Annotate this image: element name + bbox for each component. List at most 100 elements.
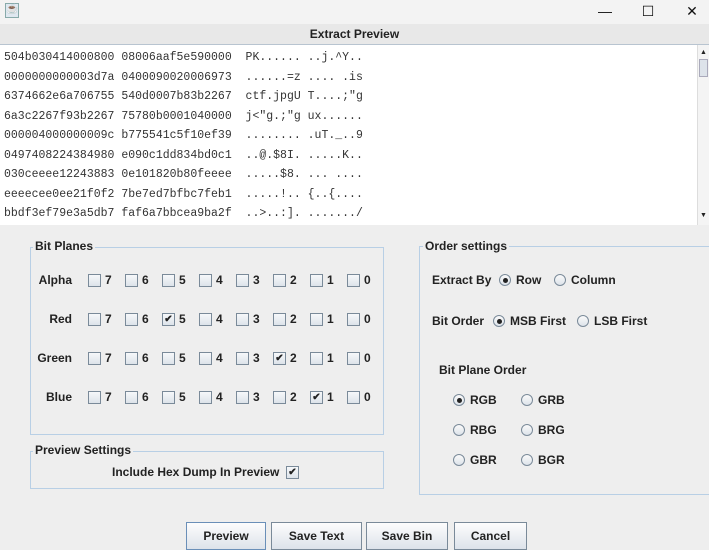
bit-label: 5 [179, 312, 186, 326]
column-radio[interactable] [554, 274, 566, 286]
alpha-bit-1-checkbox[interactable] [310, 274, 323, 287]
red-bit-4-checkbox[interactable] [199, 313, 212, 326]
blue-bit-4-checkbox[interactable] [199, 391, 212, 404]
brg-label: BRG [538, 423, 565, 437]
bit-label: 4 [216, 351, 223, 365]
red-bit-0-checkbox[interactable] [347, 313, 360, 326]
scroll-thumb[interactable] [699, 59, 708, 77]
hex-line: 0497408224384980 e090c1dd834bd0c1 ..@.$8… [4, 148, 363, 162]
blue-bit-1-checkbox[interactable]: ✔ [310, 391, 323, 404]
green-bit-6-checkbox[interactable] [125, 352, 138, 365]
hex-line: 030ceeee12243883 0e101820b80feeee .....$… [4, 168, 363, 181]
bit-label: 0 [364, 312, 371, 326]
brg-radio[interactable] [521, 424, 533, 436]
blue-bit-2-checkbox[interactable] [273, 391, 286, 404]
green-bit-5-checkbox[interactable] [162, 352, 175, 365]
bit-planes-title: Bit Planes [33, 239, 96, 253]
column-label: Column [571, 273, 616, 287]
green-bit-4-checkbox[interactable] [199, 352, 212, 365]
green-bit-7-checkbox[interactable] [88, 352, 101, 365]
hex-line: 504b030414000800 08006aaf5e590000 PK....… [4, 51, 363, 64]
bit-label: 5 [179, 390, 186, 404]
rbg-radio[interactable] [453, 424, 465, 436]
title-bar: ☕ — ☐ ✕ [0, 0, 709, 24]
bit-label: 5 [179, 273, 186, 287]
preview-text-area[interactable]: 504b030414000800 08006aaf5e590000 PK....… [0, 45, 697, 225]
grb-radio[interactable] [521, 394, 533, 406]
gbr-label: GBR [470, 453, 497, 467]
gbr-radio[interactable] [453, 454, 465, 466]
row-label: Row [516, 273, 542, 287]
save-text-button[interactable]: Save Text [271, 522, 362, 550]
bit-label: 0 [364, 351, 371, 365]
green-bit-3-checkbox[interactable] [236, 352, 249, 365]
red-bit-2-checkbox[interactable] [273, 313, 286, 326]
red-bit-1-checkbox[interactable] [310, 313, 323, 326]
lsb-first-label: LSB First [594, 314, 648, 328]
alpha-bit-7-checkbox[interactable] [88, 274, 101, 287]
bit-label: 0 [364, 390, 371, 404]
red-bit-6-checkbox[interactable] [125, 313, 138, 326]
channel-label-red: Red [49, 312, 72, 326]
row-radio[interactable] [499, 274, 511, 286]
bit-label: 5 [179, 351, 186, 365]
blue-bit-7-checkbox[interactable] [88, 391, 101, 404]
hex-line: 0b2f1b80377252b2 520024240000e9df ./..7r… [4, 224, 363, 226]
bit-label: 6 [142, 273, 149, 287]
alpha-bit-5-checkbox[interactable] [162, 274, 175, 287]
alpha-bit-6-checkbox[interactable] [125, 274, 138, 287]
preview-button[interactable]: Preview [186, 522, 266, 550]
alpha-bit-3-checkbox[interactable] [236, 274, 249, 287]
vertical-scrollbar[interactable]: ▲ ▼ [697, 45, 709, 225]
cancel-button[interactable]: Cancel [454, 522, 527, 550]
scroll-up-icon[interactable]: ▲ [700, 49, 707, 56]
save-bin-button[interactable]: Save Bin [366, 522, 448, 550]
blue-bit-6-checkbox[interactable] [125, 391, 138, 404]
bit-label: 2 [290, 273, 297, 287]
preview-settings-title: Preview Settings [33, 443, 134, 457]
blue-bit-0-checkbox[interactable] [347, 391, 360, 404]
rgb-radio[interactable] [453, 394, 465, 406]
green-bit-1-checkbox[interactable] [310, 352, 323, 365]
maximize-button[interactable]: ☐ [628, 2, 668, 20]
extract-by-label: Extract By [432, 273, 492, 287]
bit-label: 1 [327, 390, 334, 404]
bit-label: 6 [142, 351, 149, 365]
bit-label: 6 [142, 390, 149, 404]
rgb-label: RGB [470, 393, 497, 407]
bgr-label: BGR [538, 453, 565, 467]
bit-label: 2 [290, 351, 297, 365]
bgr-radio[interactable] [521, 454, 533, 466]
red-bit-3-checkbox[interactable] [236, 313, 249, 326]
channel-label-green: Green [37, 351, 72, 365]
hex-line: 6374662e6a706755 540d0007b83b2267 ctf.jp… [4, 90, 363, 103]
blue-bit-3-checkbox[interactable] [236, 391, 249, 404]
bit-label: 3 [253, 312, 260, 326]
bit-label: 0 [364, 273, 371, 287]
preview-header: Extract Preview [0, 24, 709, 45]
green-bit-0-checkbox[interactable] [347, 352, 360, 365]
blue-bit-5-checkbox[interactable] [162, 391, 175, 404]
bit-label: 3 [253, 351, 260, 365]
lsb-first-radio[interactable] [577, 315, 589, 327]
bit-label: 2 [290, 390, 297, 404]
alpha-bit-4-checkbox[interactable] [199, 274, 212, 287]
msb-first-radio[interactable] [493, 315, 505, 327]
bit-label: 1 [327, 312, 334, 326]
minimize-button[interactable]: — [585, 2, 625, 20]
java-app-icon: ☕ [5, 3, 19, 18]
bit-label: 7 [105, 312, 112, 326]
bit-label: 2 [290, 312, 297, 326]
bit-plane-order-label: Bit Plane Order [439, 363, 527, 377]
alpha-bit-0-checkbox[interactable] [347, 274, 360, 287]
bit-label: 1 [327, 351, 334, 365]
scroll-down-icon[interactable]: ▼ [700, 212, 707, 219]
alpha-bit-2-checkbox[interactable] [273, 274, 286, 287]
close-button[interactable]: ✕ [672, 2, 709, 20]
red-bit-5-checkbox[interactable]: ✔ [162, 313, 175, 326]
red-bit-7-checkbox[interactable] [88, 313, 101, 326]
green-bit-2-checkbox[interactable]: ✔ [273, 352, 286, 365]
hex-dump-checkbox[interactable]: ✔ [286, 466, 299, 479]
bit-label: 3 [253, 273, 260, 287]
bit-label: 7 [105, 351, 112, 365]
